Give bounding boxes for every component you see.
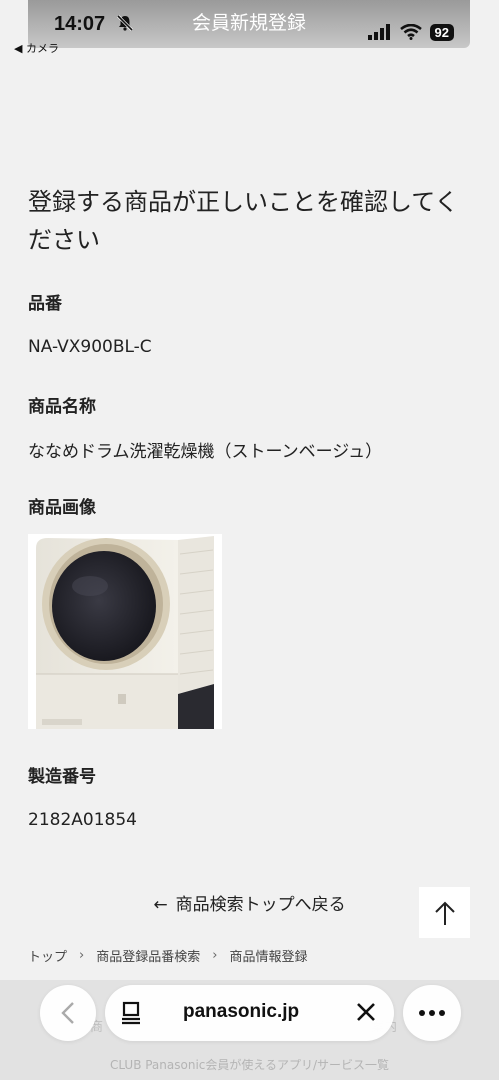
- washing-machine-illustration: [28, 534, 222, 729]
- model-number-value: NA-VX900BL-C: [28, 337, 152, 357]
- more-options-button[interactable]: [403, 985, 461, 1041]
- scroll-top-button[interactable]: [419, 887, 470, 938]
- status-bar: 14:07 会員新規登録 92: [28, 0, 470, 48]
- tabs-icon: [122, 1001, 140, 1025]
- breadcrumb-item-search[interactable]: 商品登録品番検索: [96, 946, 200, 965]
- more-dots-icon: [419, 1010, 445, 1016]
- chevron-left-icon: [61, 1002, 74, 1024]
- url-text: panasonic.jp: [183, 1001, 300, 1022]
- breadcrumb: トップ › 商品登録品番検索 › 商品情報登録: [28, 946, 307, 965]
- back-to-search-label: 商品検索トップへ戻る: [175, 895, 346, 915]
- product-image: [28, 534, 222, 729]
- product-name-value: ななめドラム洗濯乾燥機（ストーンベージュ）: [28, 442, 383, 462]
- page-heading: 登録する商品が正しいことを確認してください: [28, 188, 459, 254]
- breadcrumb-item-top[interactable]: トップ: [28, 946, 67, 965]
- model-number-label: 品番: [28, 294, 62, 314]
- arrow-up-icon: [434, 901, 455, 925]
- battery-indicator: 92: [429, 23, 454, 41]
- product-image-label: 商品画像: [28, 498, 96, 518]
- close-icon[interactable]: [356, 1002, 376, 1022]
- product-name-label: 商品名称: [28, 397, 96, 417]
- arrow-left-icon: ←: [153, 895, 168, 915]
- serial-number-value: 2182A01854: [28, 810, 137, 830]
- breadcrumb-item-current: 商品情報登録: [229, 950, 308, 965]
- back-to-camera-link[interactable]: ◀ カメラ: [14, 40, 59, 56]
- wifi-icon: [399, 24, 422, 40]
- status-icons: 92: [367, 22, 454, 42]
- breadcrumb-separator: ›: [212, 948, 218, 963]
- browser-back-button[interactable]: [40, 985, 96, 1041]
- serial-number-label: 製造番号: [28, 767, 96, 787]
- signal-icon: [367, 24, 390, 40]
- footer-apps-link[interactable]: CLUB Panasonic会員が使えるアプリ/サービス一覧: [0, 1056, 499, 1073]
- address-bar[interactable]: panasonic.jp: [105, 985, 394, 1041]
- breadcrumb-separator: ›: [79, 948, 85, 963]
